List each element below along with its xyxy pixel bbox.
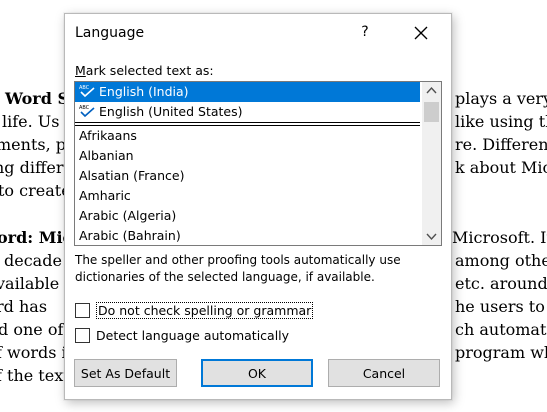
no-spellcheck-label: Do not check spelling or grammar	[96, 301, 314, 319]
doc-line: ord: Mic	[0, 228, 73, 247]
language-listbox[interactable]: ABC English (India) ABC English (United …	[74, 81, 442, 246]
doc-line: etc. around	[455, 274, 547, 293]
doc-line: t Word S	[0, 89, 69, 108]
doc-line: life. Us	[2, 112, 60, 131]
close-button[interactable]	[409, 21, 433, 45]
proofing-description: The speller and other proofing tools aut…	[75, 253, 401, 284]
scroll-thumb[interactable]	[424, 102, 439, 122]
close-icon	[414, 26, 428, 40]
spellcheck-icon: ABC	[79, 105, 95, 118]
language-list: ABC English (India) ABC English (United …	[75, 82, 420, 245]
doc-line: re. Differen	[455, 135, 547, 154]
doc-line: among other	[455, 251, 547, 270]
chevron-down-icon	[426, 233, 437, 241]
doc-line: program wh	[455, 343, 547, 362]
doc-line: like using th	[455, 112, 547, 131]
detect-language-checkbox[interactable]	[75, 327, 90, 343]
language-item-english-us[interactable]: ABC English (United States)	[75, 102, 420, 122]
language-item[interactable]: Arabic (Algeria)	[75, 206, 420, 226]
doc-line: to create	[0, 181, 71, 200]
dialog-title: Language	[75, 25, 145, 41]
language-item[interactable]: Arabic (Bahrain)	[75, 226, 420, 245]
cancel-button[interactable]: Cancel	[328, 359, 440, 387]
language-item[interactable]: Alsatian (France)	[75, 166, 420, 186]
doc-line: ng differ	[0, 158, 64, 177]
language-item-english-india[interactable]: ABC English (India)	[75, 82, 420, 102]
doc-line: decade	[4, 251, 62, 270]
chevron-up-icon	[426, 86, 437, 94]
svg-text:ABC: ABC	[79, 105, 90, 111]
language-item[interactable]: Albanian	[75, 146, 420, 166]
listbox-label: Mark selected text as:	[75, 63, 214, 78]
set-as-default-button[interactable]: Set As Default	[74, 359, 177, 387]
doc-line: plays a very	[455, 89, 547, 108]
scroll-down-button[interactable]	[422, 228, 441, 245]
detect-language-label: Detect language automatically	[96, 327, 290, 343]
doc-line: rd has	[0, 297, 48, 316]
spellcheck-icon: ABC	[79, 85, 95, 98]
detect-language-option[interactable]: Detect language automatically	[75, 326, 289, 344]
language-item[interactable]: Amharic	[75, 186, 420, 206]
doc-line: vailable	[0, 274, 60, 293]
scroll-up-button[interactable]	[422, 82, 441, 99]
listbox-scrollbar[interactable]	[422, 82, 441, 245]
doc-line: k about Micr	[455, 158, 547, 177]
doc-line: f the text	[0, 366, 70, 385]
no-spellcheck-option[interactable]: Do not check spelling or grammar	[75, 301, 314, 319]
no-spellcheck-checkbox[interactable]	[75, 302, 90, 318]
language-item[interactable]: Afrikaans	[75, 126, 420, 146]
ok-button[interactable]: OK	[201, 359, 313, 387]
doc-line: f words i	[0, 343, 67, 362]
doc-line: Microsoft. It	[452, 228, 547, 247]
help-button[interactable]: ?	[354, 20, 376, 44]
doc-line: d one of	[0, 320, 64, 339]
language-dialog: Language ? Mark selected text as: ABC En…	[64, 13, 452, 400]
doc-line: he users to	[455, 297, 545, 316]
svg-text:ABC: ABC	[79, 85, 90, 91]
doc-line: ch automatic	[455, 320, 547, 339]
